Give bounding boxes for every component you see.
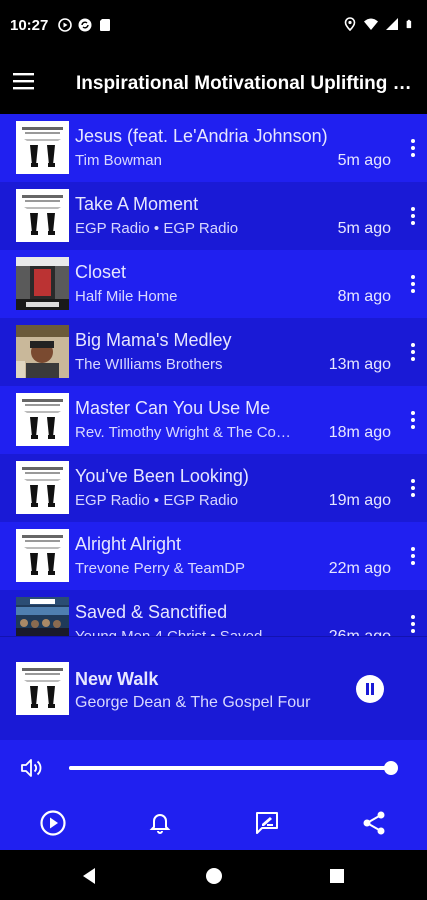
song-history-list[interactable]: Jesus (feat. Le'Andria Johnson) Tim Bowma… bbox=[0, 114, 427, 636]
system-nav-bar bbox=[0, 850, 427, 900]
song-title: Master Can You Use Me bbox=[75, 398, 271, 418]
song-title: Alright Alright bbox=[75, 534, 182, 554]
back-icon[interactable] bbox=[80, 867, 98, 885]
song-title: Big Mama's Medley bbox=[75, 330, 232, 350]
portrait-cover-image bbox=[16, 325, 69, 378]
song-artist: Tim Bowman bbox=[75, 152, 162, 169]
wifi-icon bbox=[364, 18, 378, 30]
more-vert-icon[interactable] bbox=[409, 274, 417, 294]
closet-cover-image bbox=[16, 257, 69, 310]
bottom-action-bar bbox=[0, 796, 427, 850]
battery-icon bbox=[406, 19, 412, 29]
song-title: Saved & Sanctified bbox=[75, 602, 228, 622]
song-artist: Trevone Perry & TeamDP bbox=[75, 560, 246, 577]
song-time: 22m ago bbox=[328, 560, 391, 577]
list-item[interactable]: Master Can You Use Me Rev. Timothy Wright… bbox=[0, 386, 427, 454]
song-title: Closet bbox=[75, 262, 127, 282]
egp-logo-image bbox=[16, 461, 69, 514]
page-title: Inspirational Motivational Uplifting Chr… bbox=[76, 73, 416, 94]
volume-slider[interactable] bbox=[69, 761, 398, 775]
now-playing-title: New Walk bbox=[75, 669, 159, 689]
song-time: 26m ago bbox=[329, 628, 391, 636]
egp-logo-image bbox=[16, 121, 69, 174]
album-art bbox=[16, 189, 69, 242]
more-vert-icon[interactable] bbox=[409, 478, 417, 498]
list-item[interactable]: Saved & Sanctified Young Men 4 Christ • S… bbox=[0, 590, 427, 636]
egp-logo-image bbox=[16, 393, 69, 446]
egp-logo-image bbox=[16, 662, 69, 715]
album-art bbox=[16, 529, 69, 582]
list-item[interactable]: Closet Half Mile Home 8m ago bbox=[0, 250, 427, 318]
song-artist: The WIlliams Brothers bbox=[75, 356, 223, 373]
list-item[interactable]: Jesus (feat. Le'Andria Johnson) Tim Bowma… bbox=[0, 114, 427, 182]
album-art bbox=[16, 597, 69, 636]
song-artist: EGP Radio • EGP Radio bbox=[75, 220, 239, 237]
song-artist: Young Men 4 Christ • Saved bbox=[75, 628, 297, 636]
more-vert-icon[interactable] bbox=[409, 138, 417, 158]
signal-icon bbox=[386, 18, 398, 30]
song-artist: Rev. Timothy Wright & The Congregation bbox=[75, 424, 297, 441]
egp-logo-image bbox=[16, 189, 69, 242]
hamburger-icon[interactable] bbox=[12, 69, 36, 93]
saved-cover-image bbox=[16, 597, 69, 636]
volume-slider-fill bbox=[69, 766, 391, 770]
list-item[interactable]: Big Mama's Medley The WIlliams Brothers 13… bbox=[0, 318, 427, 386]
egp-logo-image bbox=[16, 529, 69, 582]
song-time: 13m ago bbox=[328, 356, 391, 373]
play-circle-icon bbox=[58, 18, 72, 32]
album-art bbox=[16, 257, 69, 310]
more-vert-icon[interactable] bbox=[409, 546, 417, 566]
song-title: Take A Moment bbox=[75, 194, 199, 214]
song-time: 18m ago bbox=[328, 424, 391, 441]
play-circle-icon[interactable] bbox=[39, 809, 67, 837]
more-vert-icon[interactable] bbox=[409, 410, 417, 430]
now-playing-panel[interactable]: New Walk George Dean & The Gospel Four bbox=[0, 636, 427, 740]
song-time: 8m ago bbox=[337, 288, 391, 305]
sync-icon bbox=[78, 18, 92, 32]
location-icon bbox=[344, 17, 356, 31]
recents-icon[interactable] bbox=[328, 867, 346, 885]
lyrics-icon[interactable] bbox=[253, 809, 281, 837]
song-time: 5m ago bbox=[337, 220, 391, 237]
now-playing-artist: George Dean & The Gospel Four bbox=[75, 694, 311, 711]
song-time: 5m ago bbox=[337, 152, 391, 169]
song-time: 19m ago bbox=[328, 492, 391, 509]
more-vert-icon[interactable] bbox=[409, 206, 417, 226]
now-playing-album-art bbox=[16, 662, 69, 715]
more-vert-icon[interactable] bbox=[409, 614, 417, 634]
song-title: You've Been Looking) bbox=[75, 466, 249, 486]
album-art bbox=[16, 121, 69, 174]
volume-icon[interactable] bbox=[20, 757, 44, 779]
album-art bbox=[16, 325, 69, 378]
app-bar: Inspirational Motivational Uplifting Chr… bbox=[0, 52, 427, 114]
list-item[interactable]: Take A Moment EGP Radio • EGP Radio 5m ago bbox=[0, 182, 427, 250]
status-time: 10:27 bbox=[10, 17, 49, 34]
share-icon[interactable] bbox=[360, 809, 388, 837]
pause-button[interactable] bbox=[356, 675, 384, 703]
song-artist: EGP Radio • EGP Radio bbox=[75, 492, 239, 509]
album-art bbox=[16, 461, 69, 514]
volume-bar bbox=[0, 740, 427, 796]
home-icon[interactable] bbox=[205, 867, 223, 885]
more-vert-icon[interactable] bbox=[409, 342, 417, 362]
song-artist: Half Mile Home bbox=[75, 288, 178, 305]
bell-icon[interactable] bbox=[146, 809, 174, 837]
sd-card-icon bbox=[100, 19, 110, 31]
status-bar: 10:27 bbox=[0, 0, 427, 52]
song-title: Jesus (feat. Le'Andria Johnson) bbox=[75, 126, 328, 146]
list-item[interactable]: You've Been Looking) EGP Radio • EGP Radi… bbox=[0, 454, 427, 522]
list-item[interactable]: Alright Alright Trevone Perry & TeamDP 22m… bbox=[0, 522, 427, 590]
album-art bbox=[16, 393, 69, 446]
volume-slider-thumb[interactable] bbox=[384, 761, 398, 775]
